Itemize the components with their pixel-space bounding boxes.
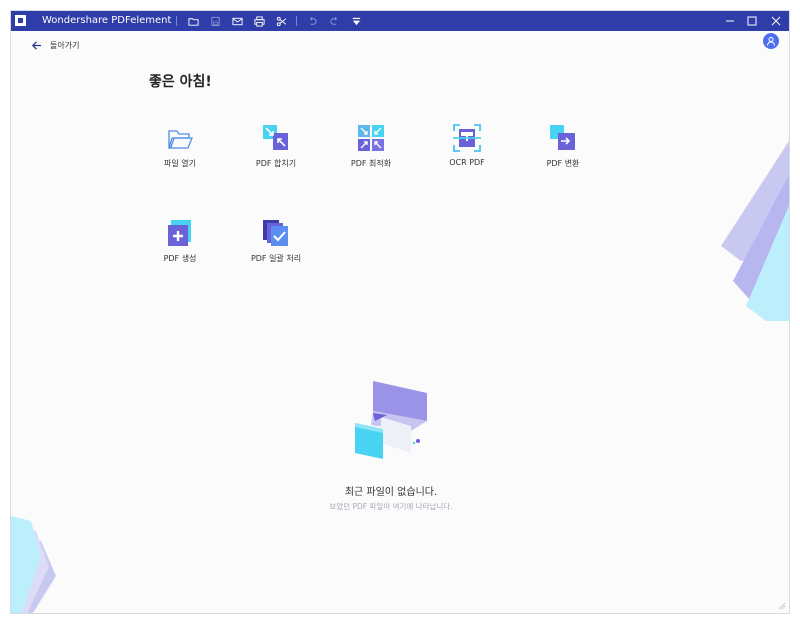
optimize-icon	[356, 123, 386, 153]
empty-recent-title: 최근 파일이 없습니다.	[344, 487, 438, 498]
tool-convert-pdf[interactable]: PDF 변환	[518, 123, 608, 169]
redo-icon[interactable]	[327, 14, 341, 28]
scissors-icon[interactable]	[274, 14, 288, 28]
app-logo-icon	[15, 15, 26, 26]
tool-label: 파일 열기	[164, 159, 196, 168]
batch-icon	[261, 218, 291, 248]
convert-icon	[548, 123, 578, 153]
tool-label: PDF 합치기	[255, 159, 297, 168]
undo-icon[interactable]	[305, 14, 319, 28]
maximize-button[interactable]	[741, 13, 763, 29]
toolbar-divider	[176, 16, 177, 26]
tool-label: PDF 생성	[163, 254, 197, 263]
combine-icon	[261, 123, 291, 153]
arrow-left-icon	[31, 36, 42, 55]
app-window: Wondershare PDFelement 돌아가기 좋은 아침! 파일 열기…	[10, 10, 790, 614]
empty-recent-subtitle: 보았던 PDF 파일이 여기에 나타납니다.	[329, 502, 453, 511]
greeting-title: 좋은 아침!	[149, 74, 212, 90]
user-icon	[767, 37, 775, 46]
back-label: 돌아가기	[50, 40, 80, 50]
tool-label: PDF 변환	[546, 159, 580, 168]
app-title: Wondershare PDFelement	[42, 15, 172, 26]
decorative-shapes-left	[11, 516, 56, 613]
tool-create-pdf[interactable]: PDF 생성	[135, 218, 225, 264]
tool-label: PDF 최적화	[350, 159, 392, 168]
tool-open-file[interactable]: 파일 열기	[135, 123, 225, 169]
title-bar: Wondershare PDFelement	[11, 11, 789, 31]
tool-label: OCR PDF	[449, 158, 485, 167]
decorative-shapes-right	[721, 141, 789, 321]
folder-icon[interactable]	[186, 14, 200, 28]
folder-open-icon	[165, 123, 195, 153]
tool-ocr-pdf[interactable]: OCR PDF	[422, 123, 512, 167]
empty-recent-illustration	[355, 381, 427, 459]
back-button[interactable]: 돌아가기	[31, 38, 79, 52]
save-icon[interactable]	[208, 14, 222, 28]
mail-icon[interactable]	[230, 14, 244, 28]
user-avatar[interactable]	[763, 33, 779, 49]
tool-label: PDF 일괄 처리	[250, 254, 302, 263]
toolbar-divider	[296, 16, 297, 26]
tool-batch-process[interactable]: PDF 일괄 처리	[231, 218, 321, 264]
customize-toolbar-icon[interactable]	[349, 14, 363, 28]
minimize-button[interactable]	[719, 13, 741, 29]
close-button[interactable]	[765, 13, 787, 29]
resize-grip-icon[interactable]	[778, 602, 786, 610]
ocr-icon	[452, 123, 482, 153]
tool-combine-pdf[interactable]: PDF 합치기	[231, 123, 321, 169]
print-icon[interactable]	[252, 14, 266, 28]
tool-optimize-pdf[interactable]: PDF 최적화	[326, 123, 416, 169]
create-icon	[165, 218, 195, 248]
